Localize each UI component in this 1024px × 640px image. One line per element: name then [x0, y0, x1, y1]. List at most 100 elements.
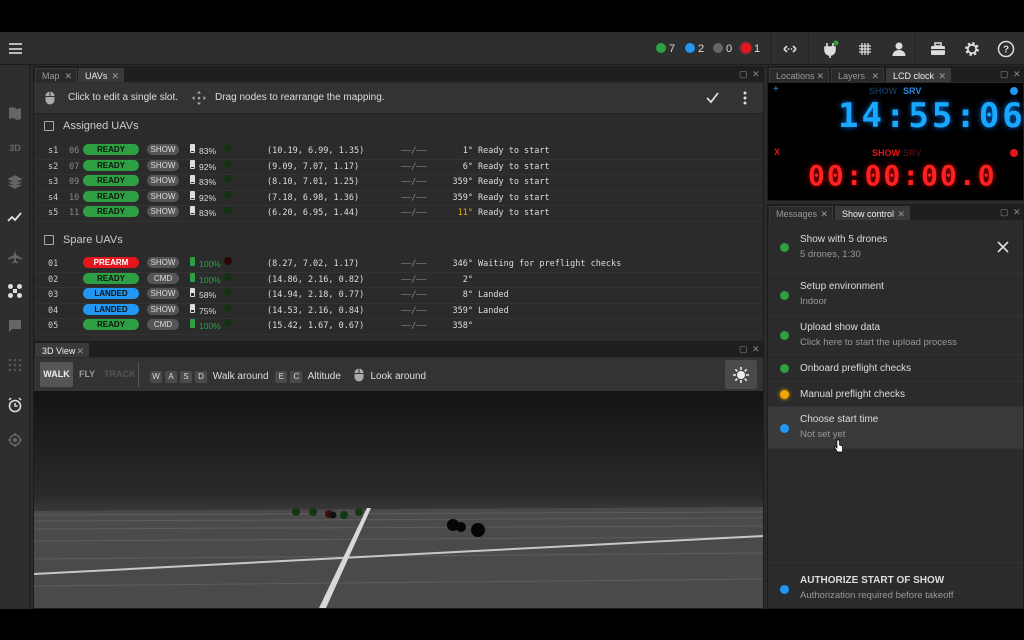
- gps-fix: ——/——: [401, 305, 427, 316]
- status-badge: READY: [83, 190, 139, 202]
- tab-lcd-clock[interactable]: LCD clock ✕: [886, 68, 951, 82]
- uav-row[interactable]: s1 06 READY SHOW 83% (10.19, 6.99, 1.35) ——/——…: [35, 144, 762, 160]
- drone-icon[interactable]: [6, 283, 24, 301]
- show-step[interactable]: Upload show data Click here to start the …: [768, 316, 1023, 355]
- show-step[interactable]: Onboard preflight checks: [768, 355, 1023, 382]
- hint-edit-slot: Click to edit a single slot.: [68, 92, 179, 103]
- step-subtitle: Click here to start the upload process: [800, 336, 957, 348]
- position: (15.42, 1.67, 0.67): [267, 321, 365, 332]
- battery-percent: 100%: [199, 321, 221, 332]
- tab-map[interactable]: Map ✕: [35, 68, 77, 82]
- map-icon[interactable]: [6, 105, 24, 123]
- step-title: Choose start time: [800, 414, 879, 425]
- close-show-icon[interactable]: [997, 241, 1009, 253]
- heading: 1°: [462, 146, 473, 156]
- close-panel-icon[interactable]: ✕: [1013, 69, 1021, 80]
- close-icon[interactable]: ✕: [64, 69, 72, 83]
- close-panel-icon[interactable]: ✕: [752, 344, 760, 355]
- close-panel-icon[interactable]: ✕: [752, 69, 760, 80]
- close-icon[interactable]: ✕: [111, 69, 119, 83]
- status-blue[interactable]: 2: [685, 42, 704, 56]
- 3d-scene-viewport[interactable]: [34, 391, 763, 608]
- authorize-status-dot: [780, 585, 789, 594]
- tab-3d-view[interactable]: 3D View ✕: [35, 343, 89, 357]
- tab-messages-label: Messages: [776, 209, 818, 219]
- close-icon[interactable]: ✕: [76, 344, 84, 358]
- status-message: Waiting for preflight checks: [478, 259, 622, 269]
- gps-fix: ——/——: [401, 161, 427, 172]
- 3d-view-icon[interactable]: 3D: [6, 139, 24, 157]
- spare-uavs-title: Spare UAVs: [63, 234, 123, 246]
- uav-row[interactable]: s3 09 READY SHOW 83% (8.10, 7.01, 1.25) ——/—— 3…: [35, 175, 762, 191]
- battery-icon: [190, 159, 195, 169]
- fly-mode-button[interactable]: FLY: [79, 369, 95, 379]
- walk-mode-button[interactable]: WALK: [40, 362, 73, 387]
- uav-row[interactable]: 05 READY CMD 100% (15.42, 1.67, 0.67) ——/—— 35…: [35, 319, 762, 335]
- maximize-icon[interactable]: ▢: [1000, 69, 1009, 80]
- show-step[interactable]: Manual preflight checks: [768, 382, 1023, 407]
- status-red[interactable]: 1: [741, 42, 760, 56]
- mode-badge: SHOW: [147, 303, 179, 315]
- gps-fix: ——/——: [401, 274, 427, 285]
- grid-icon[interactable]: [856, 40, 874, 58]
- layers-icon[interactable]: [6, 174, 24, 192]
- show-step[interactable]: Choose start time Not set yet: [768, 407, 1023, 449]
- close-icon[interactable]: ✕: [938, 69, 946, 83]
- toolbox-icon[interactable]: [929, 40, 947, 58]
- message-icon[interactable]: [6, 318, 24, 336]
- battery-icon: [190, 257, 195, 266]
- alarm-clock-icon[interactable]: [6, 397, 24, 415]
- battery-icon: [190, 206, 195, 216]
- show-step[interactable]: Setup environment Indoor: [768, 274, 1023, 316]
- close-icon[interactable]: ✕: [871, 69, 879, 83]
- close-icon[interactable]: ✕: [820, 207, 828, 221]
- authorize-start-step[interactable]: AUTHORIZE START OF SHOW Authorization re…: [768, 562, 1023, 608]
- maximize-icon[interactable]: ▢: [739, 69, 748, 80]
- maximize-icon[interactable]: ▢: [739, 344, 748, 355]
- settings-gear-icon[interactable]: [963, 40, 981, 58]
- tab-messages[interactable]: Messages ✕: [769, 206, 833, 220]
- tab-uavs[interactable]: UAVs ✕: [78, 68, 124, 82]
- tab-layers[interactable]: Layers ✕: [831, 68, 884, 82]
- uav-row[interactable]: s2 07 READY SHOW 92% (9.09, 7.07, 1.17) ——/—— 6…: [35, 159, 762, 176]
- mode-badge: CMD: [147, 272, 179, 284]
- target-icon[interactable]: [6, 432, 24, 450]
- help-icon[interactable]: ?: [997, 40, 1015, 58]
- chart-line-icon[interactable]: [6, 209, 24, 227]
- battery-level: [191, 304, 194, 311]
- airplane-icon[interactable]: [6, 249, 24, 267]
- uav-row[interactable]: 03 LANDED SHOW 58% (14.94, 2.18, 0.77) ——/—— 8…: [35, 288, 762, 304]
- spare-uavs-checkbox[interactable]: [44, 235, 54, 245]
- uav-row[interactable]: 01 PREARM SHOW 100% (8.27, 7.02, 1.17) ——/—— 3…: [35, 257, 762, 273]
- 3d-view-panel: 3D View ✕ ▢ ✕ WALK FLY TRACK WASD Walk ar…: [33, 341, 764, 609]
- swarm-icon[interactable]: [6, 357, 24, 375]
- close-icon[interactable]: ✕: [897, 207, 905, 221]
- lcd-clock-panel: Locations ✕ Layers ✕ LCD clock ✕ ▢ ✕ + SHOW…: [767, 66, 1024, 201]
- status-green[interactable]: 7: [656, 42, 675, 56]
- status-gray[interactable]: 0: [713, 42, 732, 56]
- uav-row[interactable]: s4 10 READY SHOW 92% (7.18, 6.98, 1.36) ——/—— 3…: [35, 190, 762, 207]
- uav-row[interactable]: 02 READY CMD 100% (14.86, 2.16, 0.82) ——/—— 2°: [35, 272, 762, 289]
- uav-row[interactable]: 04 LANDED SHOW 75% (14.53, 2.16, 0.84) ——/—— 3…: [35, 303, 762, 320]
- connection-icon[interactable]: [781, 40, 799, 58]
- tab-locations[interactable]: Locations ✕: [769, 68, 829, 82]
- track-mode-button[interactable]: TRACK: [104, 369, 136, 379]
- status-badge: READY: [83, 319, 139, 331]
- check-icon[interactable]: [706, 92, 719, 104]
- user-icon[interactable]: [890, 40, 908, 58]
- maximize-icon[interactable]: ▢: [1000, 207, 1009, 218]
- status-badge: LANDED: [83, 288, 139, 300]
- uav-row[interactable]: s5 11 READY SHOW 83% (6.20, 6.95, 1.44) ——/—— 1…: [35, 206, 762, 222]
- tab-show-control[interactable]: Show control ✕: [835, 206, 910, 220]
- close-panel-icon[interactable]: ✕: [1013, 207, 1021, 218]
- scene-settings-button[interactable]: [725, 360, 757, 389]
- status-message: Ready to start: [478, 192, 550, 203]
- show-step[interactable]: Show with 5 drones 5 drones, 1:30: [768, 221, 1023, 274]
- plug-icon[interactable]: [821, 40, 839, 58]
- 3d-scene: [34, 507, 763, 608]
- hamburger-menu-icon[interactable]: [9, 43, 22, 54]
- assigned-uavs-checkbox[interactable]: [44, 121, 54, 131]
- battery-level: [191, 160, 194, 168]
- close-icon[interactable]: ✕: [816, 69, 824, 83]
- more-vertical-icon[interactable]: [743, 91, 747, 105]
